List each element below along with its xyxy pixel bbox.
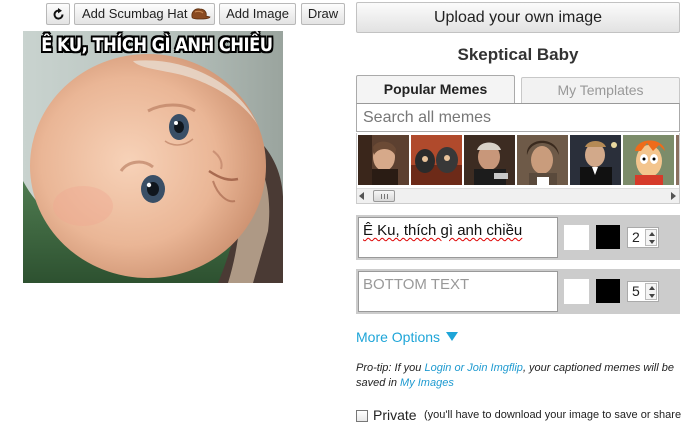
login-join-link[interactable]: Login or Join Imgflip: [424, 362, 522, 374]
meme-top-text[interactable]: Ê KU, THÍCH GÌ ANH CHIỀU: [41, 34, 273, 56]
bottom-text-row: BOTTOM TEXT 5: [356, 269, 680, 314]
meme-thumbnail[interactable]: [411, 135, 462, 185]
meme-thumbnail[interactable]: [623, 135, 674, 185]
stepper-arrows-icon[interactable]: [645, 283, 657, 300]
template-title: Skeptical Baby: [457, 45, 579, 64]
bottom-text-input[interactable]: BOTTOM TEXT: [358, 271, 558, 312]
search-memes-input[interactable]: Search all memes: [356, 103, 680, 132]
scumbag-hat-icon: [191, 8, 211, 20]
tab-my-templates[interactable]: My Templates: [521, 77, 680, 103]
draw-button[interactable]: Draw: [301, 3, 345, 25]
private-note: (you'll have to download your image to s…: [424, 409, 682, 421]
pro-tip: Pro-tip: If you Login or Join Imgflip, y…: [356, 361, 685, 391]
triangle-down-icon: [446, 332, 459, 341]
private-checkbox[interactable]: [356, 410, 368, 422]
meme-thumbnail[interactable]: [570, 135, 621, 185]
meme-thumbnail[interactable]: [464, 135, 515, 185]
meme-thumbnail-strip: [356, 133, 680, 204]
tab-popular-memes[interactable]: Popular Memes: [356, 75, 515, 103]
pro-tip-prefix: Pro-tip: If you: [356, 362, 425, 374]
private-label[interactable]: Private: [373, 407, 417, 423]
stepper-arrows-icon[interactable]: [645, 229, 657, 246]
outline-width-stepper[interactable]: 2: [627, 227, 659, 248]
scrollbar-thumb[interactable]: [373, 190, 395, 202]
meme-thumbnail[interactable]: [676, 135, 679, 185]
more-options-label: More Options: [356, 329, 441, 345]
upload-image-button[interactable]: Upload your own image: [356, 2, 680, 33]
skeptical-baby-image: [23, 31, 283, 283]
add-scumbag-hat-button[interactable]: Add Scumbag Hat: [74, 3, 215, 25]
rotate-button[interactable]: [46, 3, 70, 25]
add-image-button[interactable]: Add Image: [219, 3, 296, 25]
text-fill-color-picker[interactable]: [564, 225, 589, 250]
my-images-link[interactable]: My Images: [400, 377, 454, 389]
meme-thumbnail[interactable]: [517, 135, 568, 185]
add-scumbag-hat-label: Add Scumbag Hat: [82, 6, 188, 21]
outline-width-stepper[interactable]: 5: [627, 281, 659, 302]
outline-width-value: 5: [632, 283, 640, 299]
rotate-icon: [53, 8, 64, 20]
scroll-right-arrow-icon[interactable]: [671, 192, 676, 200]
meme-thumbnail[interactable]: [358, 135, 409, 185]
top-text-value: Ê Ku, thích gì anh chiều: [363, 222, 523, 239]
scroll-left-arrow-icon[interactable]: [359, 192, 364, 200]
text-outline-color-picker[interactable]: [596, 279, 620, 303]
top-text-input[interactable]: Ê Ku, thích gì anh chiều: [358, 217, 558, 258]
top-text-row: Ê Ku, thích gì anh chiều 2: [356, 215, 680, 260]
outline-width-value: 2: [632, 229, 640, 245]
meme-preview[interactable]: Ê KU, THÍCH GÌ ANH CHIỀU: [23, 31, 283, 283]
text-fill-color-picker[interactable]: [564, 279, 589, 304]
more-options-link[interactable]: More Options: [356, 329, 459, 345]
thumbnail-scrollbar[interactable]: [357, 188, 679, 203]
text-outline-color-picker[interactable]: [596, 225, 620, 249]
